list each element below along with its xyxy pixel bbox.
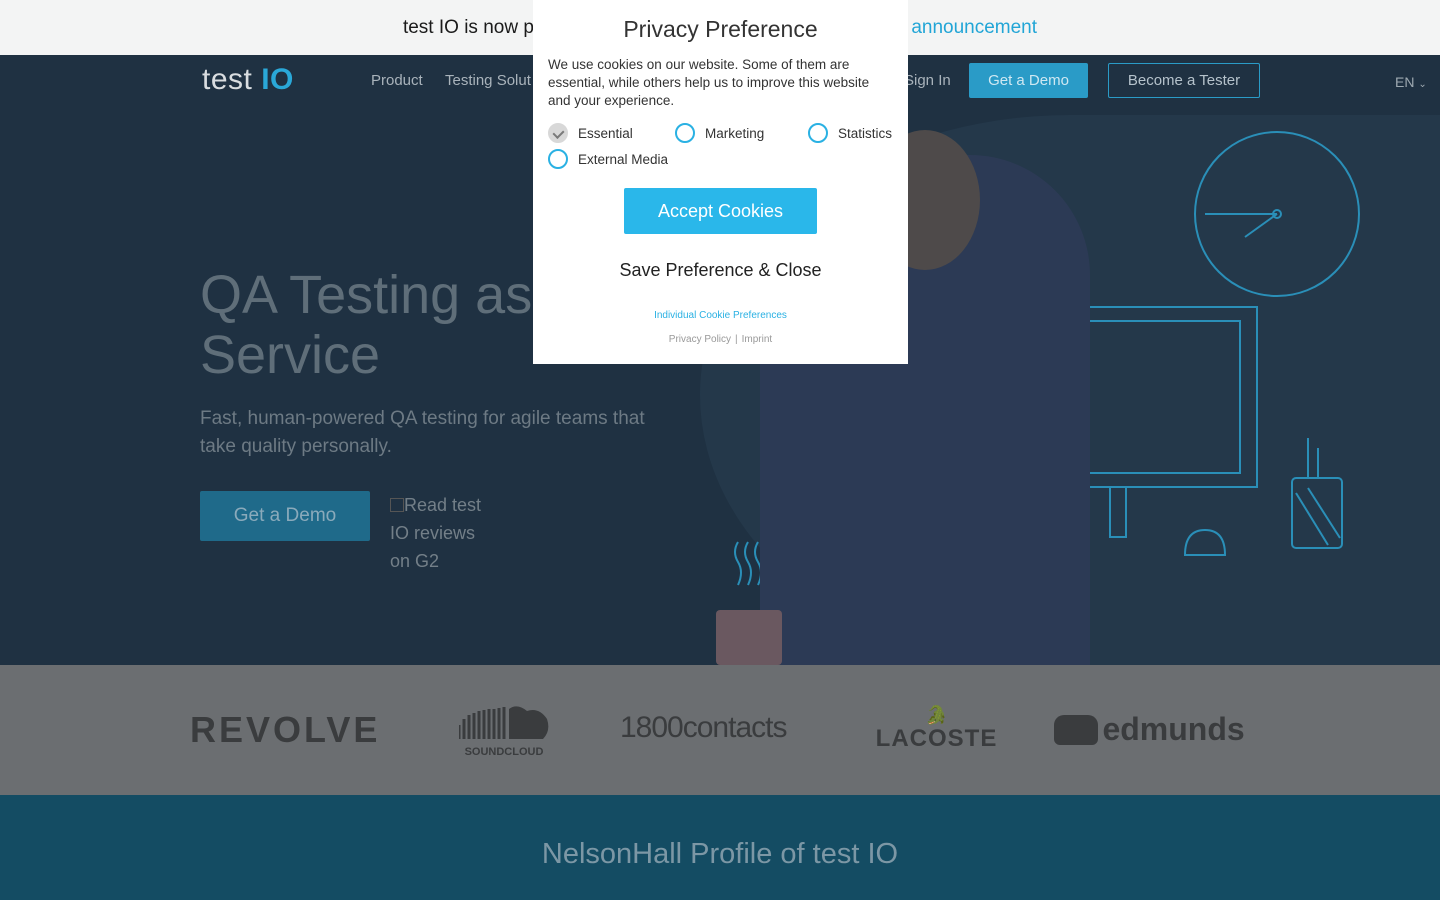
divider: | [735, 334, 738, 345]
edmunds-logo: edmunds [1054, 711, 1245, 748]
announcement-text: test IO is now pa [402, 16, 545, 38]
client-logos-strip: REVOLVE SOUNDCLOUD 1800contacts 🐊 LACOST… [0, 665, 1440, 795]
modal-description: We use cookies on our website. Some of t… [548, 57, 870, 108]
modal-title: Privacy Preference [623, 16, 818, 42]
nelsonhall-section: NelsonHall Profile of test IO [0, 795, 1440, 900]
checkbox-icon[interactable] [808, 123, 828, 143]
option-marketing[interactable]: Marketing [675, 123, 764, 143]
hero-title: QA Testing as a Service [200, 265, 578, 385]
checkbox-icon[interactable] [675, 123, 695, 143]
modal-footer-links: Privacy Policy | Imprint [533, 334, 908, 345]
announcement-link[interactable]: e announcement [895, 17, 1037, 39]
chevron-down-icon: ⌄ [1418, 79, 1427, 90]
nav-get-demo-button[interactable]: Get a Demo [969, 63, 1088, 98]
option-statistics[interactable]: Statistics [808, 123, 892, 143]
clock-illustration-icon [1194, 131, 1360, 297]
g2-reviews-image[interactable]: Read test IO reviews on G2 [390, 491, 490, 575]
privacy-policy-link[interactable]: Privacy Policy [669, 334, 731, 345]
coffee-cup-image [716, 610, 782, 665]
checkbox-icon[interactable] [548, 149, 568, 169]
lacoste-logo: 🐊 LACOSTE [875, 705, 998, 752]
privacy-preference-modal: Privacy Preference We use cookies on our… [533, 0, 908, 364]
broken-image-icon [390, 498, 404, 512]
option-essential[interactable]: Essential [548, 123, 633, 143]
save-preference-button[interactable]: Save Preference & Close [533, 260, 908, 281]
pencil-cup-illustration-icon [1291, 438, 1343, 549]
1800-contacts-logo: 1800contacts [620, 711, 787, 744]
crocodile-icon: 🐊 [925, 705, 948, 725]
soundcloud-logo: SOUNDCLOUD [457, 705, 549, 758]
nelsonhall-title: NelsonHall Profile of test IO [541, 838, 899, 870]
language-selector[interactable]: EN ⌄ [1395, 74, 1427, 90]
imprint-link[interactable]: Imprint [742, 334, 773, 345]
hero-get-demo-button[interactable]: Get a Demo [200, 491, 370, 541]
nav-testing-solutions[interactable]: Testing Solut [445, 72, 531, 89]
accept-cookies-button[interactable]: Accept Cookies [624, 188, 817, 234]
checkbox-checked-icon[interactable] [548, 123, 568, 143]
revolve-logo: REVOLVE [190, 709, 381, 750]
nav-sign-in[interactable]: Sign In [904, 72, 951, 89]
test-io-logo[interactable]: test IO [202, 63, 294, 97]
hero-subtitle: Fast, human-powered QA testing for agile… [200, 408, 645, 457]
individual-cookie-preferences-link[interactable]: Individual Cookie Preferences [533, 310, 908, 321]
car-icon [1054, 714, 1098, 745]
nav-become-tester-button[interactable]: Become a Tester [1108, 63, 1260, 98]
nav-product[interactable]: Product [371, 72, 423, 89]
option-external-media[interactable]: External Media [548, 149, 668, 169]
soundcloud-cloud-icon [457, 706, 549, 739]
